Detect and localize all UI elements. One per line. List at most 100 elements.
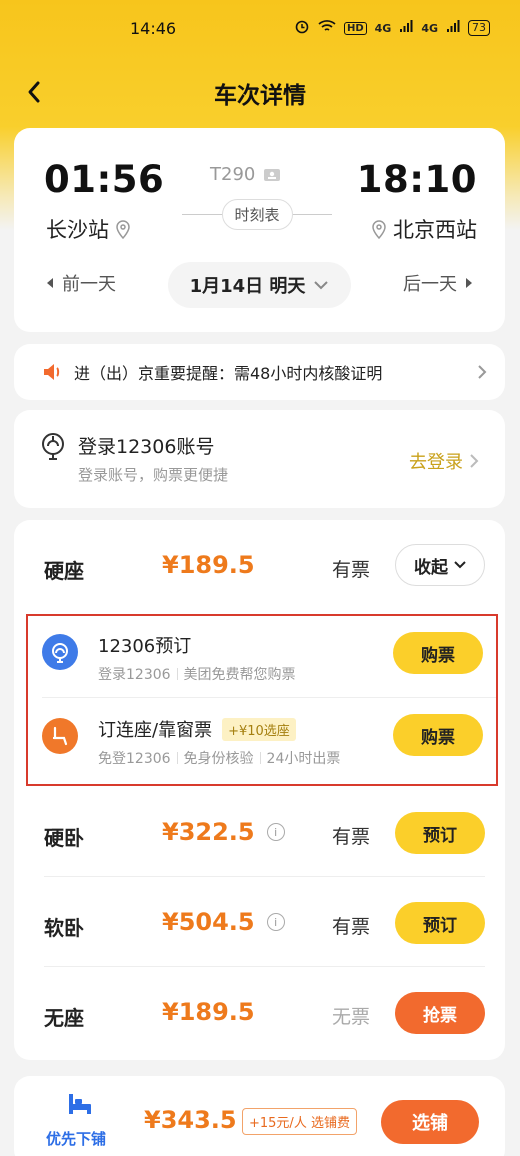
divider [44, 876, 485, 877]
date-selector-row: 前一天 1月14日 明天 后一天 [14, 258, 505, 310]
selected-date: 1月14日 明天 [189, 276, 306, 297]
location-pin-icon [116, 220, 130, 239]
bed-icon [69, 1094, 91, 1114]
seat-name: 硬卧 [44, 826, 84, 850]
collapse-button[interactable]: 收起 [395, 544, 485, 586]
prev-day-label: 前一天 [62, 274, 116, 295]
seat-price-value: ¥504.5 [162, 908, 255, 936]
location-pin-icon [372, 220, 386, 239]
battery-icon: 73 [468, 20, 490, 36]
option-sub-item: 登录12306 [98, 667, 171, 683]
timetable-button[interactable]: 时刻表 [221, 198, 293, 230]
collapse-button-label: 收起 [414, 557, 448, 578]
option-sub-item: 24小时出票 [266, 751, 341, 767]
divider [42, 697, 496, 698]
chevron-right-icon [470, 454, 479, 468]
buy-ticket-button[interactable]: 购票 [393, 714, 483, 756]
seat-price-value: ¥189.5 [162, 998, 255, 1026]
option-sub-item: 美团免费帮您购票 [183, 667, 296, 683]
seat-availability: 无票 [332, 1006, 371, 1028]
login-link-label: 去登录 [409, 452, 463, 473]
status-icons: HD 4G 4G 73 [294, 18, 490, 38]
book-button[interactable]: 预订 [395, 812, 485, 854]
seat-name: 硬座 [44, 559, 84, 583]
login-card[interactable]: 登录12306账号 登录账号，购票更便捷 去登录 [14, 410, 505, 508]
seat-icon [42, 718, 78, 754]
select-bunk-button[interactable]: 选铺 [381, 1100, 479, 1144]
seat-row-soft-sleeper: 软卧 ¥504.5 i 有票 预订 [14, 882, 505, 972]
depart-time: 01:56 [44, 158, 165, 201]
chevron-right-icon [478, 365, 487, 379]
arrive-time: 18:10 [356, 158, 477, 201]
chevron-left-icon [28, 81, 40, 103]
signal-icon-2: 4G [421, 21, 438, 35]
back-button[interactable] [14, 72, 54, 112]
date-picker[interactable]: 1月14日 明天 [168, 262, 351, 308]
booking-options-box: 12306预订 登录12306 美团免费帮您购票 购票 订连座/靠窗票 +¥10… [26, 614, 498, 786]
triangle-right-icon [466, 278, 472, 288]
arrive-station-name: 北京西站 [393, 218, 477, 242]
depart-station[interactable]: 长沙站 [46, 214, 131, 244]
book-button[interactable]: 预订 [395, 902, 485, 944]
seat-row-hard-sleeper: 硬卧 ¥322.5 i 有票 预订 [14, 792, 505, 882]
signal-icon-1: 4G [374, 21, 392, 35]
option-title-text: 订连座/靠窗票 [98, 720, 213, 741]
seat-name: 软卧 [44, 916, 84, 940]
id-card-icon [264, 168, 281, 181]
seat-availability: 有票 [332, 559, 371, 581]
info-icon[interactable]: i [266, 823, 285, 841]
lower-bunk-price: ¥343.5 [144, 1106, 237, 1134]
seat-price: ¥189.5 [162, 998, 255, 1026]
seat-row-hard-seat: 硬座 ¥189.5 有票 收起 [14, 520, 505, 610]
status-time: 14:46 [130, 18, 177, 38]
arrive-station[interactable]: 北京西站 [371, 214, 477, 244]
login-link[interactable]: 去登录 [409, 448, 479, 474]
speaker-icon [44, 364, 60, 380]
login-title: 登录12306账号 [78, 436, 215, 458]
train-number: T290 [210, 164, 281, 185]
option-title: 12306预订 [98, 632, 191, 658]
divider [44, 966, 485, 967]
prev-day-button[interactable]: 前一天 [46, 270, 116, 296]
seat-row-standing: 无座 ¥189.5 无票 抢票 [14, 972, 505, 1062]
option-seat-select: 订连座/靠窗票 +¥10选座 免登12306 免身份核验 24小时出票 购票 [28, 700, 495, 782]
seat-select-tag: +¥10选座 [222, 717, 296, 741]
signal-bars-icon-1 [399, 19, 413, 37]
seat-price: ¥189.5 [162, 551, 255, 579]
triangle-left-icon [47, 278, 53, 288]
connector-line-right [292, 213, 333, 215]
next-day-label: 后一天 [403, 274, 457, 295]
status-bar: 14:46 HD 4G 4G 73 [0, 0, 520, 56]
connector-line-left [182, 213, 222, 215]
railway-logo-icon [42, 634, 78, 670]
signal-bars-icon-2 [446, 19, 460, 37]
option-subtitle: 登录12306 美团免费帮您购票 [98, 664, 296, 684]
seat-availability: 有票 [332, 916, 371, 938]
hd-icon: HD [343, 21, 367, 35]
railway-logo-icon [42, 433, 64, 460]
divider [176, 752, 178, 764]
seat-price-value: ¥189.5 [162, 551, 255, 579]
seat-price-value: ¥322.5 [162, 818, 255, 846]
option-title: 订连座/靠窗票 +¥10选座 [98, 716, 296, 742]
buy-ticket-button[interactable]: 购票 [393, 632, 483, 674]
option-sub-item: 免登12306 [98, 751, 171, 767]
divider [176, 668, 178, 680]
train-number-text: T290 [210, 164, 256, 185]
seat-list-card: 硬座 ¥189.5 有票 收起 12306预订 登录12306 美团免费帮您购票… [14, 520, 505, 1060]
lower-bunk-card: 优先下铺 ¥343.5 +15元/人 选铺费 选铺 [14, 1076, 505, 1156]
login-subtitle: 登录账号，购票更便捷 [78, 466, 229, 484]
nav-bar: 车次详情 [0, 66, 520, 120]
next-day-button[interactable]: 后一天 [403, 270, 473, 296]
info-icon[interactable]: i [266, 913, 285, 931]
wifi-icon [318, 19, 336, 37]
timetable-connector: 时刻表 [182, 198, 333, 230]
grab-ticket-button[interactable]: 抢票 [395, 992, 485, 1034]
chevron-down-icon [314, 281, 329, 290]
notice-text: 进（出）京重要提醒：需48小时内核酸证明 [74, 364, 383, 383]
divider [259, 752, 261, 764]
seat-availability: 有票 [332, 826, 371, 848]
alarm-icon [294, 18, 310, 38]
notice-banner[interactable]: 进（出）京重要提醒：需48小时内核酸证明 [14, 344, 505, 400]
bunk-fee-tag: +15元/人 选铺费 [242, 1108, 357, 1135]
